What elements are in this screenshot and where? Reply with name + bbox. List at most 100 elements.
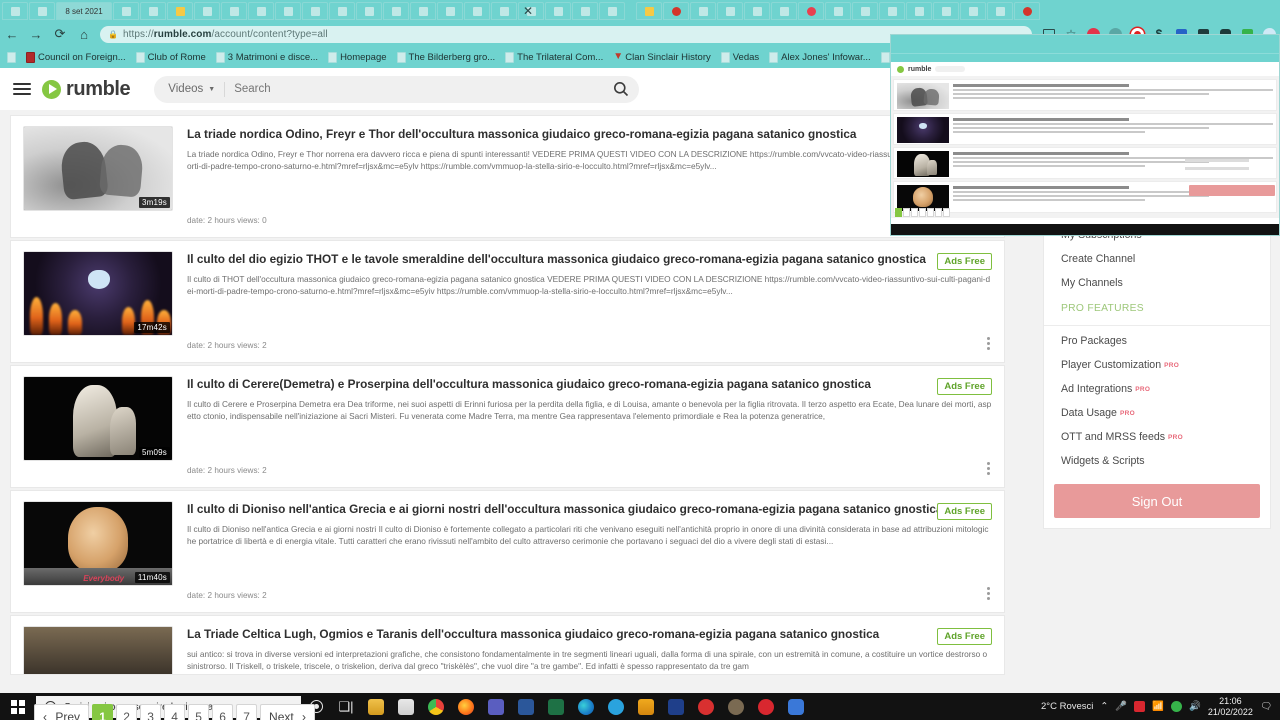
brave-icon[interactable] (781, 693, 811, 720)
home-icon[interactable]: ⌂ (72, 22, 96, 46)
video-title[interactable]: Il culto del dio egizio THOT e le tavole… (187, 252, 992, 267)
back-arrow-icon[interactable]: ← (0, 22, 24, 46)
browser-tab[interactable] (771, 2, 797, 20)
video-options-menu-icon[interactable] (987, 337, 990, 352)
store-icon[interactable] (391, 693, 421, 720)
browser-tab[interactable] (636, 2, 662, 20)
browser-tab[interactable] (194, 2, 220, 20)
browser-tab[interactable] (113, 2, 139, 20)
browser-tab[interactable] (29, 2, 55, 20)
pagination-page-5[interactable]: 5 (188, 704, 210, 720)
search-category-select[interactable]: Videos ▼ (168, 83, 215, 95)
browser-tab[interactable] (599, 2, 625, 20)
browser-tab[interactable] (663, 2, 689, 20)
browser-tab[interactable] (140, 2, 166, 20)
browser-tab[interactable] (545, 2, 571, 20)
opera-icon[interactable] (751, 693, 781, 720)
sidebar-item-create-channel[interactable]: Create Channel (1044, 247, 1270, 271)
bookmark-item[interactable]: Vedas (717, 51, 763, 64)
video-title[interactable]: La triade nordica Odino, Freyr e Thor de… (187, 127, 992, 142)
video-title[interactable]: La Triade Celtica Lugh, Ogmios e Taranis… (187, 627, 992, 642)
wifi-icon[interactable]: 📶 (1152, 701, 1164, 712)
teams-icon[interactable] (481, 693, 511, 720)
sidebar-item-player-customization[interactable]: Player Customization PRO (1044, 353, 1270, 377)
shield-icon[interactable] (661, 693, 691, 720)
pagination-page-2[interactable]: 2 (116, 704, 138, 720)
music-icon[interactable] (691, 693, 721, 720)
browser-tab[interactable] (410, 2, 436, 20)
sidebar-item-my-channels[interactable]: My Channels (1044, 271, 1270, 295)
excel-icon[interactable] (541, 693, 571, 720)
video-row[interactable]: 17m42s Il culto del dio egizio THOT e le… (10, 240, 1005, 363)
bookmark-item[interactable]: The Trilateral Com... (501, 51, 607, 64)
browser-tab-dated[interactable]: 8 set 2021 (56, 2, 112, 20)
bookmark-item[interactable]: 3 Matrimoni e disce... (212, 51, 322, 64)
video-thumbnail[interactable]: 17m42s (23, 251, 173, 336)
bookmark-item[interactable]: The Bilderberg gro... (393, 51, 500, 64)
bookmark-item[interactable]: ▼ Clan Sinclair History (609, 51, 715, 64)
reload-icon[interactable]: ⟳ (48, 22, 72, 46)
sidebar-item-data-usage[interactable]: Data Usage PRO (1044, 401, 1270, 425)
gimp-icon[interactable] (721, 693, 751, 720)
browser-tab[interactable] (744, 2, 770, 20)
browser-tab[interactable] (464, 2, 490, 20)
pagination-page-6[interactable]: 6 (212, 704, 234, 720)
firefox-icon[interactable] (451, 693, 481, 720)
clock[interactable]: 21:06 21/02/2022 (1208, 696, 1253, 717)
video-row[interactable]: Everybody 11m40s Il culto di Dioniso nel… (10, 490, 1005, 613)
search-input[interactable] (234, 83, 610, 95)
pagination-next[interactable]: Next › (260, 704, 316, 720)
bookmark-item[interactable] (3, 51, 20, 64)
video-row[interactable]: 3m19s La triade nordica Odino, Freyr e T… (10, 115, 1005, 238)
video-row[interactable]: La Triade Celtica Lugh, Ogmios e Taranis… (10, 615, 1005, 675)
antivirus-icon[interactable] (1171, 701, 1183, 712)
tray-expand-icon[interactable]: ⌃ (1100, 701, 1108, 712)
search-bar[interactable]: Videos ▼ (154, 75, 640, 103)
rumble-logo[interactable]: rumble (42, 78, 131, 101)
browser-tab[interactable] (383, 2, 409, 20)
sidebar-item-ott-mrss-feeds[interactable]: OTT and MRSS feeds PRO (1044, 425, 1270, 449)
pagination-page-3[interactable]: 3 (140, 704, 162, 720)
forward-arrow-icon[interactable]: → (24, 22, 48, 46)
browser-tab[interactable] (572, 2, 598, 20)
notifications-icon[interactable]: 🗨 (1260, 701, 1272, 712)
search-icon[interactable] (609, 77, 633, 101)
browser-tab[interactable] (329, 2, 355, 20)
pagination-page-7[interactable]: 7 (236, 704, 258, 720)
hamburger-menu-icon[interactable] (10, 77, 34, 101)
sidebar-item-ad-integrations[interactable]: Ad Integrations PRO (1044, 377, 1270, 401)
bookmark-item[interactable]: Club of Rome (132, 51, 210, 64)
edge-icon[interactable] (571, 693, 601, 720)
video-thumbnail[interactable]: 3m19s (23, 126, 173, 211)
browser-tab[interactable] (852, 2, 878, 20)
video-thumbnail[interactable] (23, 626, 173, 674)
bitdefender-icon[interactable] (1134, 701, 1146, 712)
folder-icon[interactable] (631, 693, 661, 720)
sidebar-item-pro-packages[interactable]: Pro Packages (1044, 329, 1270, 353)
video-options-menu-icon[interactable] (987, 587, 990, 602)
browser-tab[interactable] (248, 2, 274, 20)
sidebar-item-widgets-scripts[interactable]: Widgets & Scripts (1044, 449, 1270, 473)
start-button[interactable] (0, 693, 36, 720)
word-icon[interactable] (511, 693, 541, 720)
browser-tab[interactable] (221, 2, 247, 20)
bookmark-item[interactable]: Alex Jones' Infowar... (765, 51, 874, 64)
browser-tab[interactable] (2, 2, 28, 20)
browser-tab[interactable] (825, 2, 851, 20)
video-row[interactable]: 5m09s Il culto di Cerere(Demetra) e Pros… (10, 365, 1005, 488)
close-tab-icon[interactable]: ✕ (521, 4, 535, 18)
browser-tab[interactable] (302, 2, 328, 20)
browser-tab[interactable] (275, 2, 301, 20)
browser-tab[interactable] (717, 2, 743, 20)
bookmark-item[interactable]: Homepage (324, 51, 390, 64)
pagination-page-1[interactable]: 1 (92, 704, 114, 720)
chrome-icon[interactable] (421, 693, 451, 720)
telegram-icon[interactable] (601, 693, 631, 720)
video-options-menu-icon[interactable] (987, 462, 990, 477)
browser-tab[interactable] (690, 2, 716, 20)
browser-tab[interactable] (491, 2, 517, 20)
pagination-page-4[interactable]: 4 (164, 704, 186, 720)
video-title[interactable]: Il culto di Dioniso nell'antica Grecia e… (187, 502, 992, 517)
microphone-icon[interactable]: 🎤 (1115, 701, 1127, 712)
weather-indicator[interactable]: 2°C Rovesci (1041, 701, 1093, 712)
